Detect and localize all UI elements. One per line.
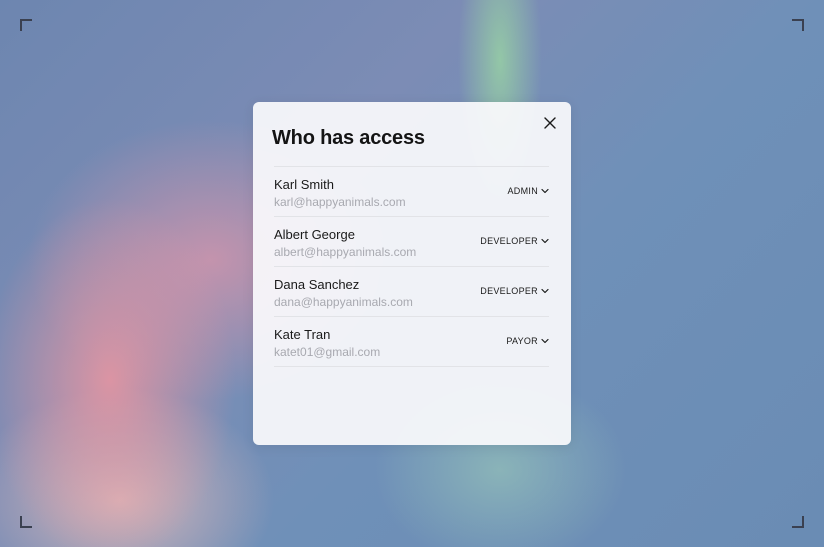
member-row: Karl Smith karl@happyanimals.com ADMIN <box>274 167 549 217</box>
member-list: Karl Smith karl@happyanimals.com ADMIN A… <box>274 166 549 367</box>
member-email: albert@happyanimals.com <box>274 245 417 259</box>
close-button[interactable] <box>543 116 557 130</box>
close-icon <box>544 117 556 129</box>
frame-corner-bottom-left <box>20 516 32 528</box>
role-dropdown[interactable]: DEVELOPER <box>480 236 549 246</box>
chevron-down-icon <box>541 238 549 244</box>
member-row: Albert George albert@happyanimals.com DE… <box>274 217 549 267</box>
chevron-down-icon <box>541 188 549 194</box>
role-label: ADMIN <box>507 186 538 196</box>
frame-corner-bottom-right <box>792 516 804 528</box>
role-label: PAYOR <box>506 336 538 346</box>
role-dropdown[interactable]: ADMIN <box>508 186 550 196</box>
member-email: karl@happyanimals.com <box>274 195 406 209</box>
member-email: dana@happyanimals.com <box>274 295 413 309</box>
frame-corner-top-right <box>792 19 804 31</box>
role-label: DEVELOPER <box>480 286 538 296</box>
chevron-down-icon <box>541 338 549 344</box>
member-row: Kate Tran katet01@gmail.com PAYOR <box>274 317 549 367</box>
access-dialog: Who has access Karl Smith karl@happyanim… <box>253 102 571 445</box>
dialog-title: Who has access <box>272 127 425 149</box>
role-dropdown[interactable]: DEVELOPER <box>480 286 549 296</box>
role-label: DEVELOPER <box>480 236 538 246</box>
frame-corner-top-left <box>20 19 32 31</box>
member-row: Dana Sanchez dana@happyanimals.com DEVEL… <box>274 267 549 317</box>
chevron-down-icon <box>541 288 549 294</box>
role-dropdown[interactable]: PAYOR <box>506 336 549 346</box>
member-email: katet01@gmail.com <box>274 345 381 359</box>
